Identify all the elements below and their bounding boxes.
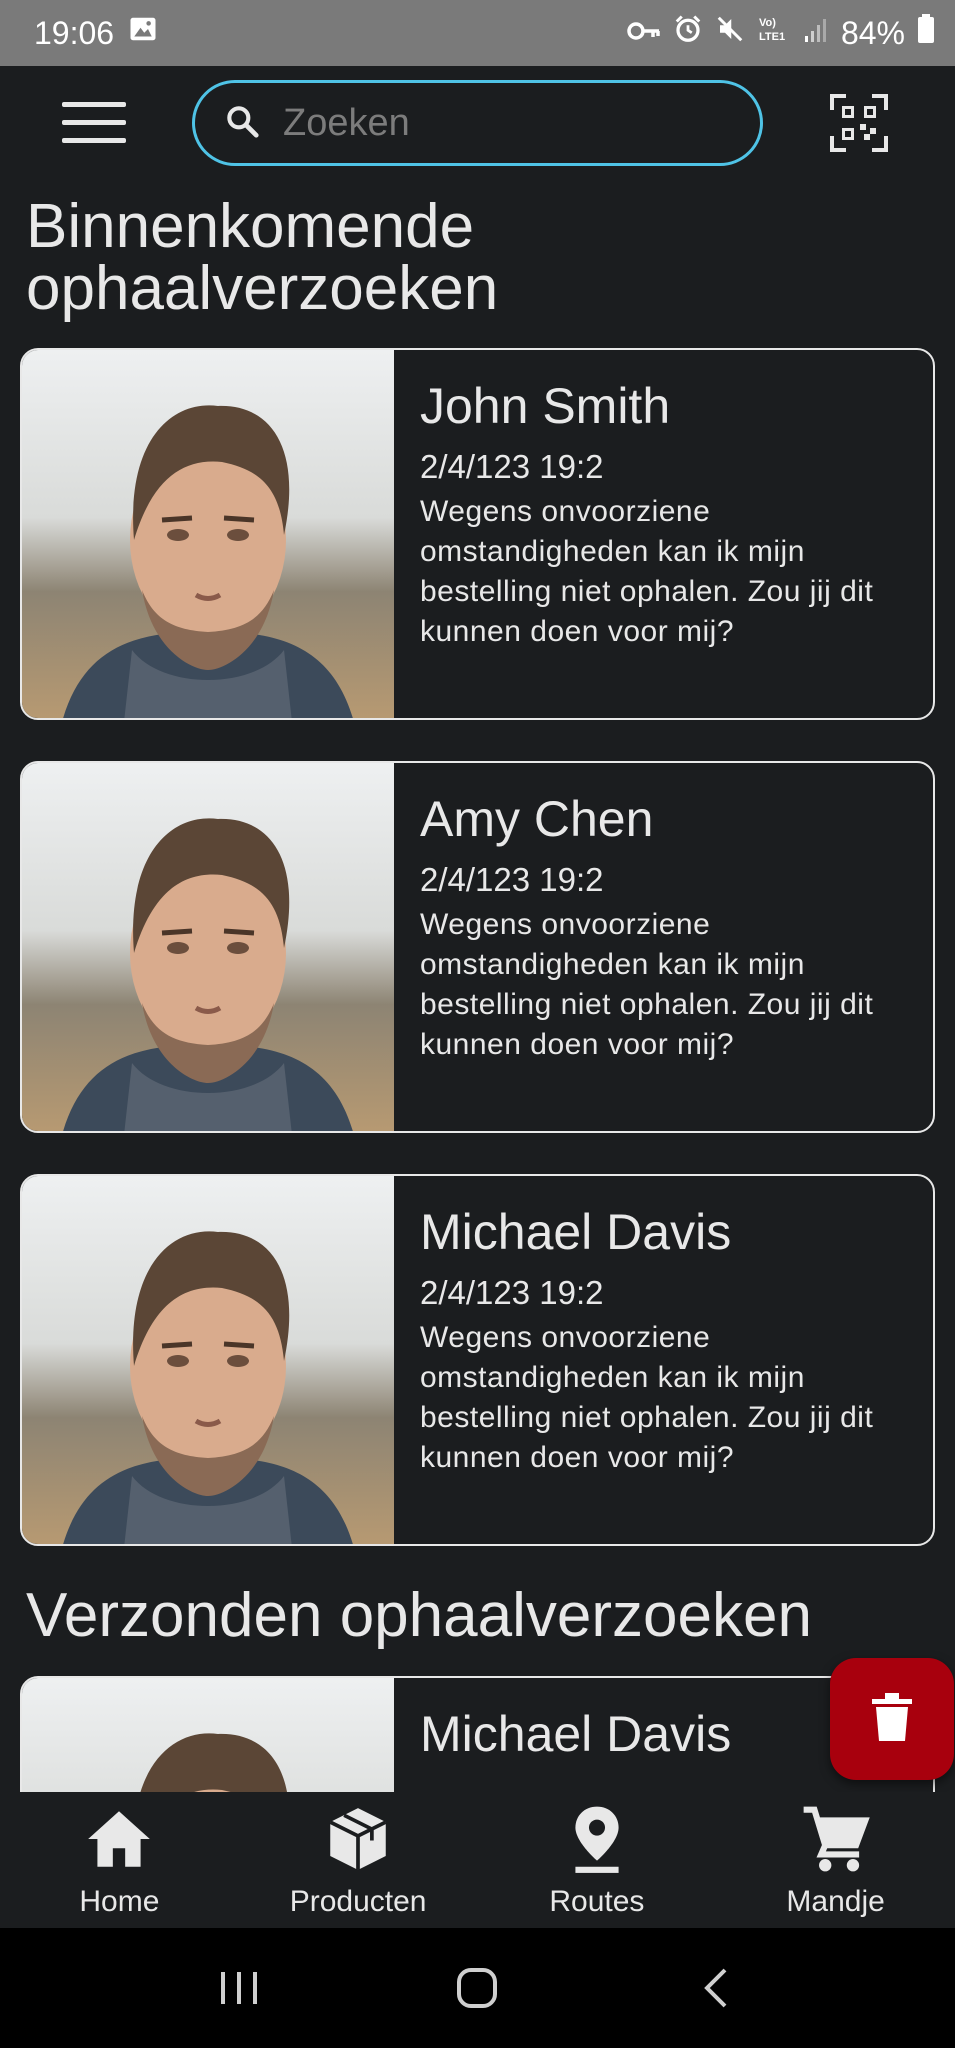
card-body: Amy Chen 2/4/123 19:2 Wegens onvoorziene… — [394, 763, 933, 1131]
card-body: John Smith 2/4/123 19:2 Wegens onvoorzie… — [394, 350, 933, 718]
app-bar — [0, 66, 955, 180]
volte-icon: Vo) LTE1 — [757, 14, 791, 52]
content-scroll-area[interactable]: Binnenkomende ophaalverzoeken John Smith… — [0, 180, 955, 1792]
search-input[interactable] — [283, 101, 723, 145]
signal-icon — [803, 15, 829, 52]
request-message: Wegens onvoorziene omstandigheden kan ik… — [420, 908, 874, 1061]
nav-item-home[interactable]: Home — [0, 1792, 239, 1928]
requester-name: John Smith — [420, 378, 671, 434]
search-bar[interactable] — [192, 80, 763, 166]
hamburger-menu-icon[interactable] — [56, 96, 136, 150]
battery-percent: 84% — [840, 14, 905, 51]
vpn-key-icon — [627, 15, 661, 52]
home-icon — [82, 1802, 156, 1881]
status-left: 19:06 — [34, 14, 158, 52]
avatar-photo — [22, 350, 394, 718]
nav-item-cart[interactable]: Mandje — [716, 1792, 955, 1928]
status-right: Vo) LTE1 84% — [627, 14, 935, 52]
card-body: Michael Davis 2/4/123 19:2 Wegens onvoor… — [394, 1176, 933, 1544]
nav-label: Producten — [289, 1885, 427, 1918]
app-screen: 19:06 Vo) LTE1 84% Zoeken Binnenkomende … — [0, 0, 955, 2048]
request-date: 2/4/123 19:2 — [420, 861, 604, 898]
package-icon — [321, 1802, 395, 1881]
nav-label: Home — [79, 1885, 160, 1918]
incoming-request-card[interactable]: Michael Davis 2/4/123 19:2 Wegens onvoor… — [20, 1174, 935, 1546]
cart-icon — [799, 1802, 873, 1881]
nav-label: Mandje — [786, 1885, 885, 1918]
avatar-photo — [22, 1678, 394, 1792]
nav-item-products[interactable]: Producten — [239, 1792, 478, 1928]
avatar-photo — [22, 763, 394, 1131]
home-circle-icon[interactable] — [437, 1958, 517, 2018]
qr-code-scan-icon[interactable] — [830, 94, 888, 152]
requester-name: Amy Chen — [420, 791, 654, 847]
mute-icon — [715, 14, 745, 52]
requester-name: Michael Davis — [420, 1204, 732, 1260]
gallery-icon — [128, 14, 158, 52]
request-date: 2/4/123 19:2 — [420, 1274, 604, 1311]
back-icon[interactable] — [676, 1958, 756, 2018]
system-navigation-bar — [0, 1928, 955, 2048]
location-pin-icon — [560, 1802, 634, 1881]
request-date: 2/4/123 19:2 — [420, 448, 604, 485]
delete-fab-button[interactable] — [830, 1658, 954, 1780]
incoming-requests-title: Binnenkomende ophaalverzoeken — [26, 192, 499, 323]
incoming-request-card[interactable]: John Smith 2/4/123 19:2 Wegens onvoorzie… — [20, 348, 935, 720]
svg-text:LTE1: LTE1 — [759, 31, 785, 43]
request-message: Wegens onvoorziene omstandigheden kan ik… — [420, 495, 874, 648]
bottom-navigation: Home Producten Routes Mandje — [0, 1792, 955, 1928]
status-bar: 19:06 Vo) LTE1 84% — [0, 0, 955, 66]
sent-request-card[interactable]: Michael Davis — [20, 1676, 935, 1792]
svg-text:Vo): Vo) — [759, 17, 776, 29]
incoming-request-card[interactable]: Amy Chen 2/4/123 19:2 Wegens onvoorziene… — [20, 761, 935, 1133]
alarm-icon — [673, 14, 703, 52]
trash-icon — [872, 1692, 912, 1746]
search-icon — [223, 102, 261, 145]
sent-requests-title: Verzonden ophaalverzoeken — [26, 1581, 812, 1650]
recents-icon[interactable] — [199, 1958, 279, 2018]
battery-icon — [917, 14, 935, 52]
request-message: Wegens onvoorziene omstandigheden kan ik… — [420, 1321, 874, 1474]
status-time: 19:06 — [34, 14, 115, 51]
nav-label: Routes — [549, 1885, 645, 1918]
nav-item-routes[interactable]: Routes — [478, 1792, 717, 1928]
avatar-photo — [22, 1176, 394, 1544]
